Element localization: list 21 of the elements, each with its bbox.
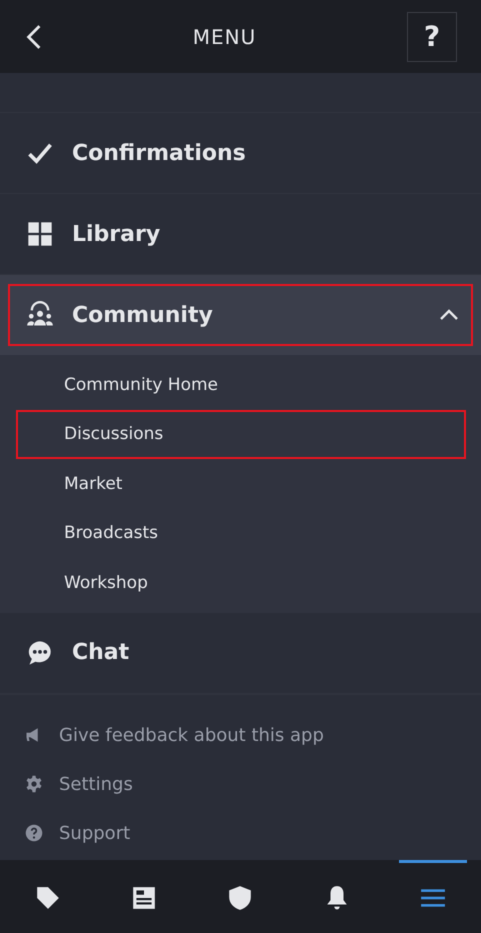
- footer-link[interactable]: Give feedback about this app: [0, 710, 481, 760]
- submenu-item[interactable]: Workshop: [16, 558, 465, 608]
- submenu-item[interactable]: Community Home: [16, 360, 465, 410]
- submenu-item[interactable]: Market: [16, 459, 465, 508]
- highlighted-menu-item[interactable]: Community: [8, 284, 473, 346]
- menu-item[interactable]: Chat: [8, 622, 473, 684]
- help-button[interactable]: ?: [407, 12, 457, 62]
- footer-link[interactable]: Support: [0, 808, 481, 858]
- shield-icon: [227, 885, 254, 911]
- newspaper-icon: [131, 885, 158, 911]
- grid-icon: [26, 220, 54, 248]
- highlighted-submenu-item[interactable]: Discussions: [16, 410, 466, 459]
- menu-item[interactable]: Library: [8, 203, 473, 265]
- help-circle-icon: [25, 824, 43, 842]
- tag-icon: [35, 885, 62, 911]
- back-button[interactable]: [26, 24, 42, 50]
- submenu-item[interactable]: Broadcasts: [16, 508, 465, 558]
- header-title: MENU: [192, 24, 256, 48]
- menu-item[interactable]: Confirmations: [8, 122, 473, 184]
- footer-link[interactable]: Settings: [0, 760, 481, 808]
- settings-icon: [25, 775, 43, 793]
